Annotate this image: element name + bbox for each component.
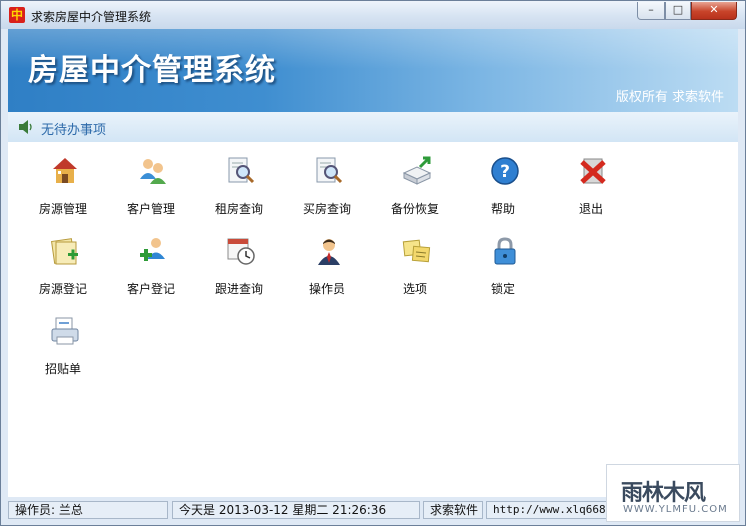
- status-operator: 操作员: 兰总: [8, 501, 168, 519]
- svg-text:?: ?: [500, 162, 510, 182]
- app-logo-icon[interactable]: 中: [9, 7, 25, 23]
- speaker-icon: [19, 120, 32, 134]
- help-button[interactable]: ? 帮助: [468, 147, 538, 217]
- watermark-title: 雨林木风: [621, 481, 706, 506]
- backup-restore-label: 备份恢复: [390, 202, 439, 216]
- exit-label: 退出: [578, 202, 603, 216]
- app-window: 中 求索房屋中介管理系统 – □ ✕ 房屋中介管理系统 版权所有 求索软件 无待…: [0, 0, 746, 526]
- lock-button[interactable]: 锁定: [468, 227, 538, 297]
- header-banner: 房屋中介管理系统 版权所有 求索软件: [8, 29, 738, 112]
- copyright-text: 版权所有 求索软件: [615, 90, 724, 105]
- house-management-label: 房源管理: [38, 202, 87, 216]
- operator-label: 操作员: [308, 282, 345, 296]
- search-doc-icon: [316, 157, 343, 184]
- folder-add-icon: [51, 238, 78, 265]
- operator-button[interactable]: 操作员: [292, 227, 362, 297]
- buy-search-label: 买房查询: [302, 202, 351, 216]
- todo-bar: 无待办事项: [8, 112, 738, 142]
- minimize-button[interactable]: –: [637, 2, 665, 20]
- backup-restore-button[interactable]: 备份恢复: [380, 147, 450, 217]
- house-register-label: 房源登记: [38, 282, 87, 296]
- poster-label: 招贴单: [44, 362, 81, 376]
- close-button[interactable]: ✕: [691, 2, 737, 20]
- backup-icon: [402, 156, 432, 185]
- buy-search-button[interactable]: 买房查询: [292, 147, 362, 217]
- rent-search-button[interactable]: 租房查询: [204, 147, 274, 217]
- users-icon: [140, 159, 166, 184]
- followup-search-label: 跟进查询: [214, 282, 263, 296]
- poster-button[interactable]: 招贴单: [28, 307, 98, 377]
- notes-icon: [402, 239, 431, 263]
- exit-button[interactable]: 退出: [556, 147, 626, 217]
- followup-search-button[interactable]: 跟进查询: [204, 227, 274, 297]
- house-register-button[interactable]: 房源登记: [28, 227, 98, 297]
- customer-management-button[interactable]: 客户管理: [116, 147, 186, 217]
- options-button[interactable]: 选项: [380, 227, 450, 297]
- lock-icon: [494, 237, 516, 265]
- title-bar[interactable]: 中 求索房屋中介管理系统 – □ ✕: [1, 1, 745, 29]
- customer-register-label: 客户登记: [126, 282, 175, 296]
- customer-register-button[interactable]: 客户登记: [116, 227, 186, 297]
- rent-search-label: 租房查询: [214, 202, 263, 216]
- print-icon: [51, 317, 79, 345]
- search-doc-icon: [228, 157, 255, 184]
- status-datetime: 今天是 2013-03-12 星期二 21:26:36: [172, 501, 420, 519]
- operator-icon: [318, 239, 340, 265]
- options-label: 选项: [402, 282, 427, 296]
- watermark-logo: 雨林木风 WWW.YLMFU.COM: [606, 464, 740, 522]
- watermark-url: WWW.YLMFU.COM: [623, 504, 728, 515]
- help-label: 帮助: [490, 202, 515, 216]
- maximize-button[interactable]: □: [665, 2, 691, 20]
- lock-label: 锁定: [490, 282, 515, 296]
- banner-title: 房屋中介管理系统: [28, 53, 276, 88]
- todo-status-text[interactable]: 无待办事项: [41, 119, 106, 138]
- help-icon: ?: [491, 157, 519, 185]
- house-icon: [53, 158, 77, 183]
- function-panel: 房源管理 客户管理 租房查询 买房查询 备份恢复 ? 帮助 退出 房源登记 客户…: [8, 142, 738, 497]
- house-management-button[interactable]: 房源管理: [28, 147, 98, 217]
- window-title: 求索房屋中介管理系统: [31, 10, 152, 24]
- user-add-icon: [140, 238, 165, 261]
- status-url[interactable]: http://www.xlq668.co: [486, 501, 608, 519]
- customer-management-label: 客户管理: [126, 202, 175, 216]
- calendar-clock-icon: [227, 238, 255, 265]
- status-company: 求索软件: [423, 501, 483, 519]
- exit-icon: [580, 158, 606, 184]
